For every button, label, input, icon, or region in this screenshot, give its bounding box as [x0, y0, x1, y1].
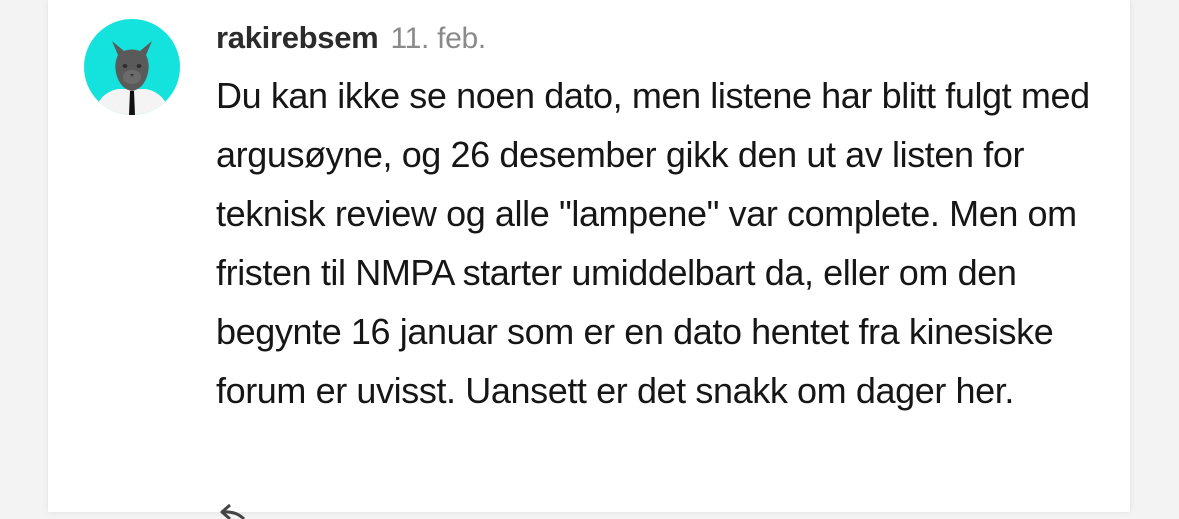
comment-timestamp: 11. feb. [390, 22, 486, 55]
comment-text: Du kan ikke se noen dato, men listene ha… [216, 75, 1090, 411]
user-avatar[interactable] [84, 19, 180, 115]
reply-arrow-icon[interactable] [218, 503, 246, 519]
cat-avatar-icon [94, 41, 170, 115]
comment-header: rakirebsem 11. feb. [216, 20, 486, 60]
comment-body: Du kan ikke se noen dato, men listene ha… [216, 66, 1096, 420]
comment-username[interactable]: rakirebsem [216, 20, 379, 56]
